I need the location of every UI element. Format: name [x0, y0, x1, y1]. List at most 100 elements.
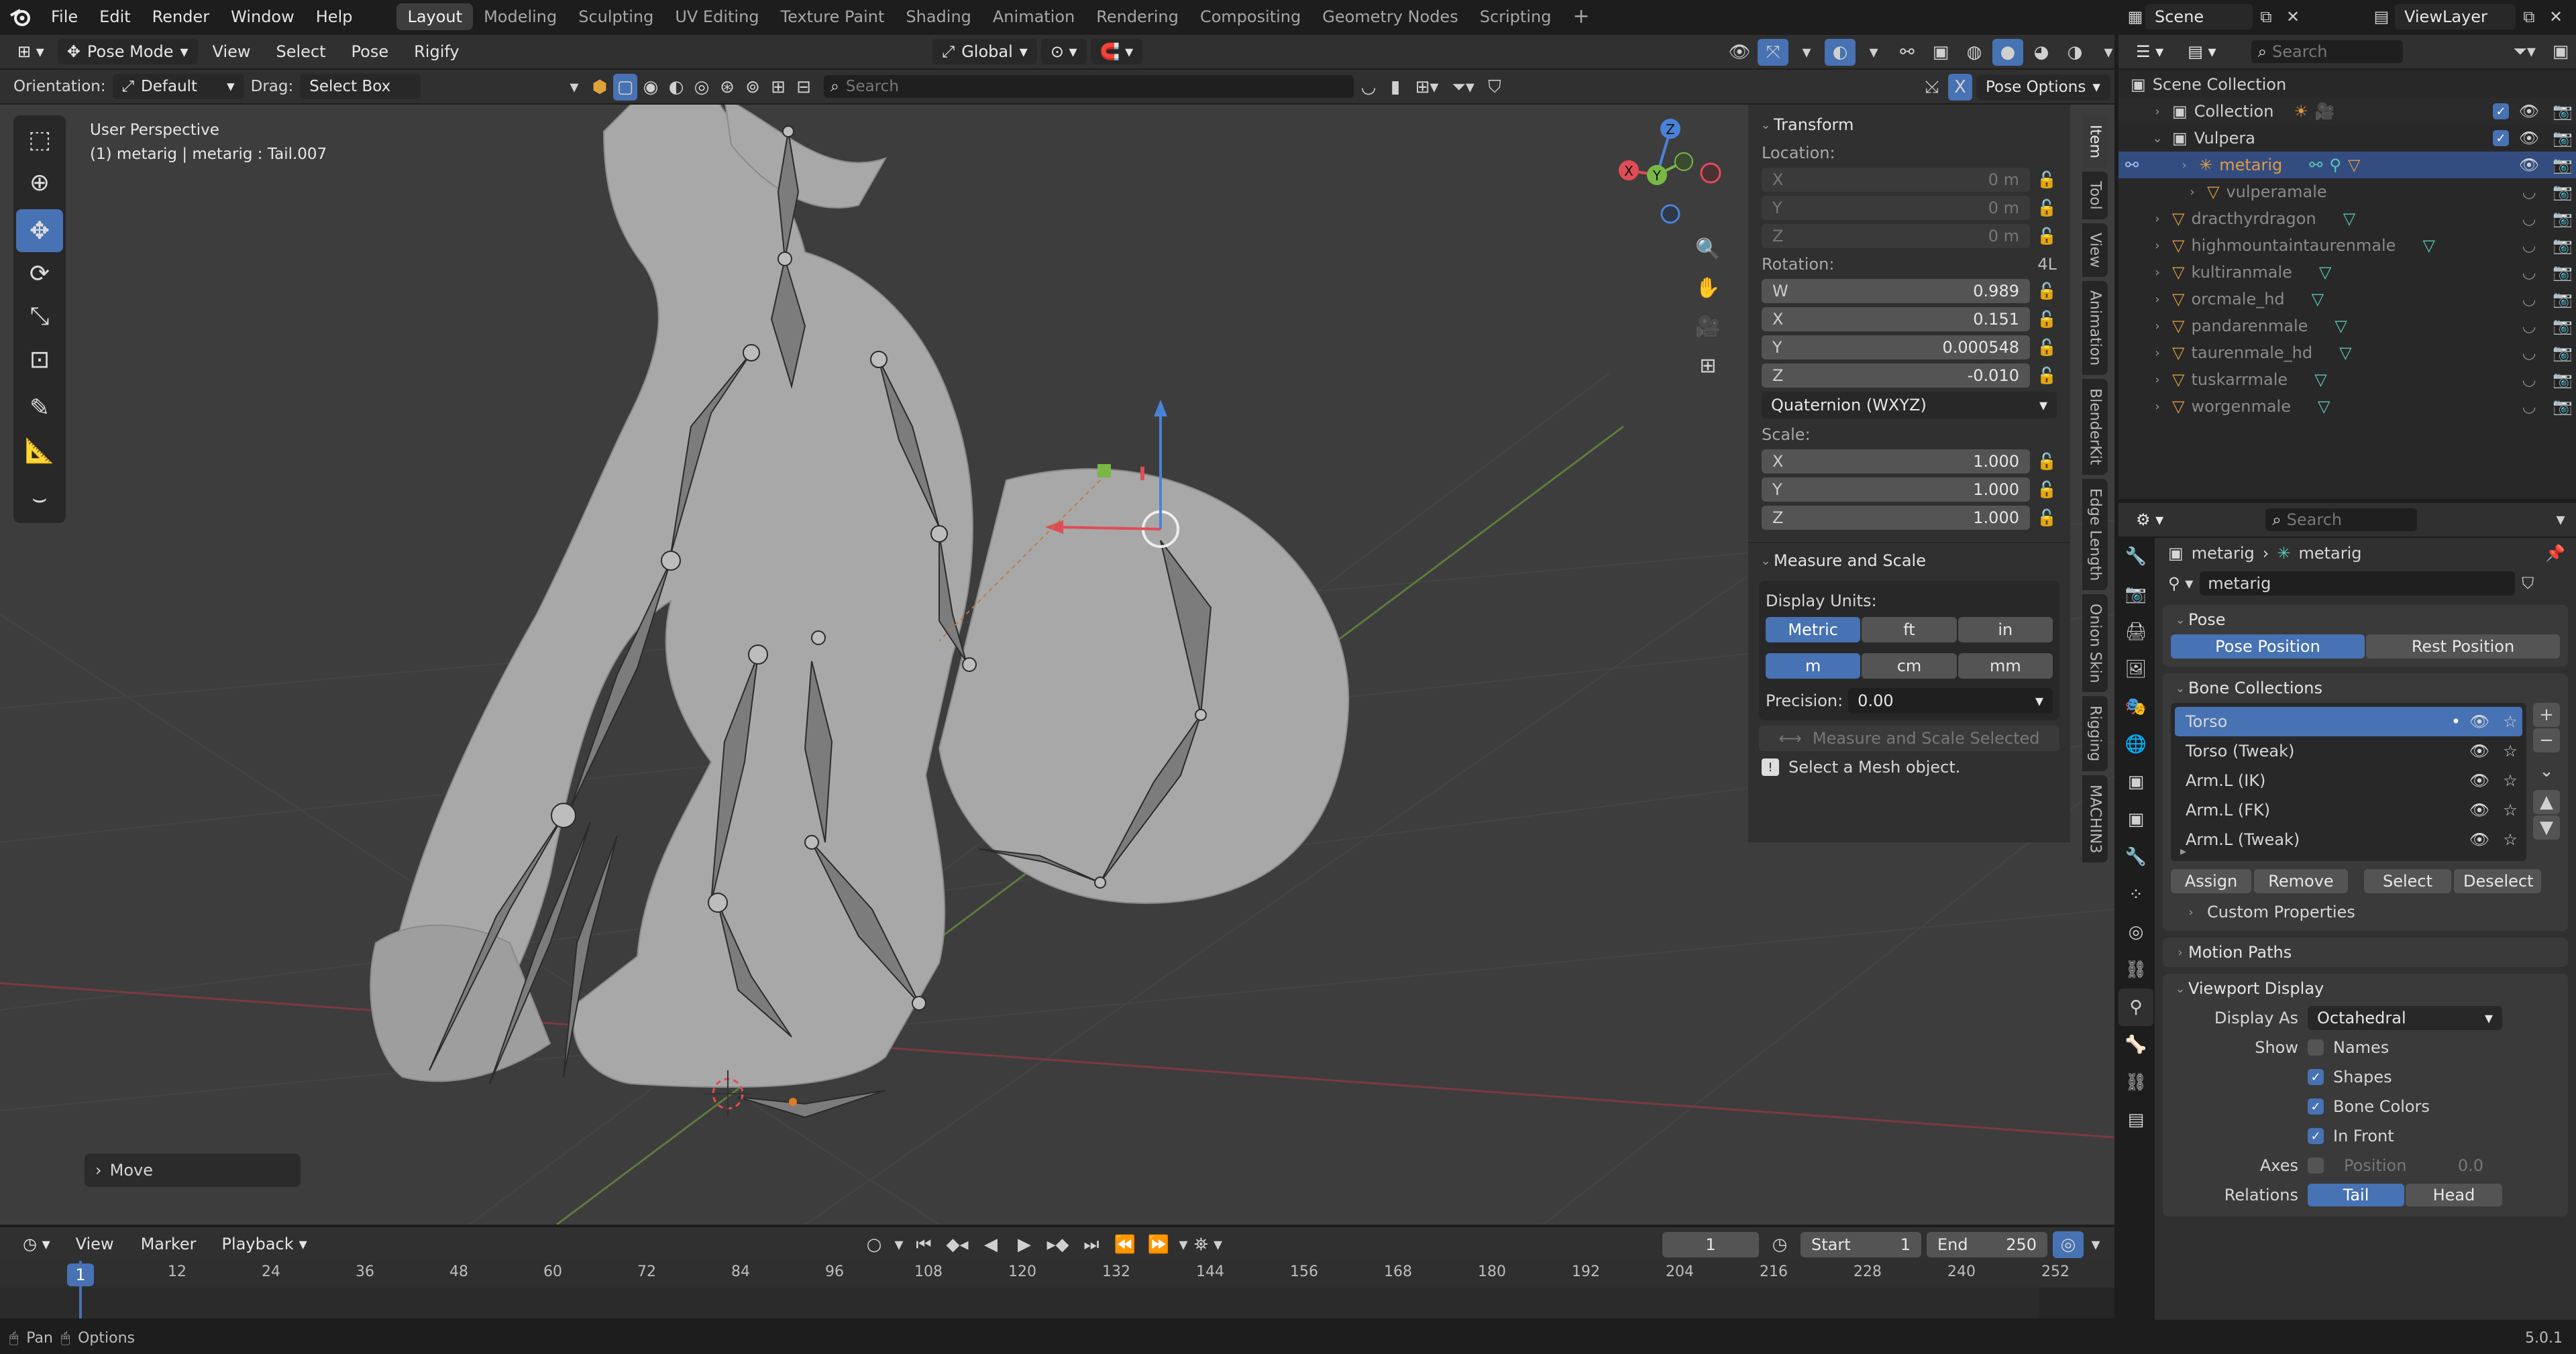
colored-blocks-icon[interactable]: ⬢: [588, 74, 612, 101]
play-reverse-icon[interactable]: ◀: [975, 1231, 1006, 1258]
custom-properties-subpanel[interactable]: › Custom Properties: [2163, 893, 2568, 921]
vulperamale-row[interactable]: › ▽ vulperamale ◡ 📷: [2118, 178, 2576, 205]
chevron-right-icon[interactable]: ›: [2184, 185, 2200, 199]
properties-tab-collection-icon[interactable]: ▣: [2118, 763, 2153, 801]
lock-icon[interactable]: 🔓: [2037, 199, 2057, 217]
outliner-item[interactable]: › ▽ tuskarrmale ▽ ◡ 📷: [2118, 366, 2576, 393]
filter-icon-6[interactable]: ⊞: [766, 74, 790, 101]
display-mode-icon[interactable]: ▤ ▾: [2178, 39, 2225, 64]
render-camera-icon[interactable]: 📷: [2549, 397, 2576, 416]
chevron-down-icon[interactable]: ⌄: [2533, 759, 2560, 783]
zoom-icon[interactable]: 🔍: [1689, 229, 1727, 268]
motion-paths-panel[interactable]: › Motion Paths: [2163, 938, 2568, 967]
chevron-right-icon[interactable]: ›: [2149, 239, 2165, 253]
chevron-right-icon[interactable]: ›: [2149, 346, 2165, 360]
metarig-row[interactable]: ⚯ › ✳ metarig ⚯ ⚲ ▽ 👁 📷: [2118, 152, 2576, 178]
eye-closed-icon[interactable]: ◡: [2516, 290, 2542, 308]
move-tool-icon[interactable]: ✥: [16, 209, 63, 252]
lock-icon[interactable]: 🔓: [2037, 480, 2057, 499]
list-expand-icon[interactable]: ▸: [2180, 844, 2186, 858]
move-up-icon[interactable]: ▲: [2533, 790, 2560, 814]
eye-closed-icon[interactable]: ◡: [2516, 397, 2542, 416]
measure-scale-header[interactable]: ⌄ Measure and Scale: [1748, 546, 2070, 575]
mirror-icon[interactable]: ⤩: [1920, 74, 1944, 101]
chevron-down-icon[interactable]: ▾: [892, 1231, 906, 1258]
properties-tab-bone-icon[interactable]: 🦴: [2118, 1026, 2153, 1064]
location-x-field[interactable]: X 0 m: [1762, 168, 2030, 192]
scene-selector[interactable]: ▦ Scene ⧉ ✕: [2125, 4, 2306, 30]
record-icon[interactable]: ○: [859, 1231, 890, 1258]
move-down-icon[interactable]: ▼: [2533, 815, 2560, 840]
render-camera-icon[interactable]: 📷: [2549, 129, 2576, 148]
fake-user-shield-icon[interactable]: ⛉: [2522, 574, 2534, 593]
chevron-right-icon[interactable]: ›: [2149, 105, 2165, 119]
gizmo-y-plane[interactable]: [1097, 464, 1111, 477]
render-camera-icon[interactable]: 📷: [2549, 343, 2576, 362]
chevron-right-icon[interactable]: ›: [2149, 292, 2165, 306]
annotate-tool-icon[interactable]: ✎: [16, 386, 63, 429]
render-camera-icon[interactable]: 📷: [2549, 317, 2576, 335]
rotation-z-field[interactable]: Z -0.010: [1762, 363, 2030, 388]
outliner-item[interactable]: › ▽ orcmale_hd ▽ ◡ 📷: [2118, 286, 2576, 313]
bone-collections-header[interactable]: ⌄ Bone Collections: [2163, 673, 2568, 703]
relations-tail-button[interactable]: Tail: [2308, 1184, 2404, 1206]
next-keyframe-icon[interactable]: ▸◆: [1042, 1231, 1073, 1258]
outliner-item[interactable]: › ▽ dracthyrdragon ▽ ◡ 📷: [2118, 205, 2576, 232]
filter-icon-4[interactable]: ⊛: [715, 74, 739, 101]
camera-icon[interactable]: 🎥: [1689, 307, 1727, 346]
units-ft-button[interactable]: ft: [1862, 617, 1957, 642]
filter-icon-1[interactable]: ◉: [639, 74, 663, 101]
relations-head-button[interactable]: Head: [2406, 1184, 2502, 1206]
eye-closed-icon[interactable]: ◡: [2516, 209, 2542, 228]
bone-colors-checkbox[interactable]: ✓: [2308, 1098, 2324, 1115]
gizmo-toggle-icon[interactable]: ⤧: [1758, 39, 1788, 66]
eye-closed-icon[interactable]: ◡: [2516, 182, 2542, 201]
rotation-mode-dropdown[interactable]: Quaternion (WXYZ) ▾: [1762, 392, 2057, 418]
delete-scene-icon[interactable]: ✕: [2279, 7, 2306, 26]
outliner-item[interactable]: › ▽ pandarenmale ▽ ◡ 📷: [2118, 313, 2576, 339]
sidebar-tab-view[interactable]: View: [2082, 223, 2108, 278]
tab-rendering[interactable]: Rendering: [1085, 3, 1189, 30]
pin-icon[interactable]: 📌: [2545, 544, 2565, 563]
orientation-dropdown[interactable]: ⤢ Default ▾: [112, 74, 244, 99]
pose-panel-header[interactable]: ⌄ Pose: [2163, 605, 2568, 634]
in-front-checkbox[interactable]: ✓: [2308, 1128, 2324, 1144]
jump-start-icon[interactable]: ⏮: [908, 1231, 939, 1258]
play-icon[interactable]: ▶: [1009, 1231, 1040, 1258]
lock-icon[interactable]: 🔓: [2037, 508, 2057, 527]
chevron-right-icon[interactable]: ›: [2149, 400, 2165, 414]
menu-edit[interactable]: Edit: [89, 0, 141, 34]
navigation-gizmo[interactable]: Z Y X: [1619, 119, 1721, 224]
rotation-w-field[interactable]: W 0.989: [1762, 279, 2030, 303]
pan-hand-icon[interactable]: ✋: [1689, 268, 1727, 307]
eye-icon[interactable]: 👁: [2467, 742, 2491, 760]
filter-icon-2[interactable]: ◐: [664, 74, 688, 101]
new-collection-icon[interactable]: ▣: [2545, 38, 2576, 65]
sidebar-tab-edge-length[interactable]: Edge Length: [2082, 478, 2108, 590]
snap-icon[interactable]: 🧲 ▾: [1090, 39, 1143, 64]
solo-star-icon[interactable]: ☆: [2498, 742, 2522, 760]
tab-geometry-nodes[interactable]: Geometry Nodes: [1311, 3, 1468, 30]
scene-collection-row[interactable]: ▣ Scene Collection: [2118, 71, 2576, 98]
overlay-options-icon[interactable]: ▾: [1858, 39, 1889, 66]
lock-icon[interactable]: 🔓: [2037, 170, 2057, 189]
mode-dropdown[interactable]: ✥ Pose Mode ▾: [57, 39, 198, 64]
transform-orientation-dropdown[interactable]: ⤢ Global ▾: [932, 39, 1037, 64]
sidebar-tab-item[interactable]: Item: [2082, 115, 2108, 168]
tab-modeling[interactable]: Modeling: [473, 3, 568, 30]
eye-icon[interactable]: 👁: [2467, 830, 2491, 849]
units-in-button[interactable]: in: [1957, 617, 2053, 642]
lock-icon[interactable]: 🔓: [2037, 452, 2057, 471]
menu-select[interactable]: Select: [266, 35, 337, 68]
rotation-4l-toggle[interactable]: 4L: [2037, 255, 2057, 274]
bookmark-icon[interactable]: ▮: [1383, 74, 1407, 101]
chevron-down-icon[interactable]: ▾: [1177, 1231, 1190, 1258]
menu-render[interactable]: Render: [142, 0, 220, 34]
render-camera-icon[interactable]: 📷: [2549, 236, 2576, 255]
vulpera-row[interactable]: ⌄ ▣ Vulpera ✓ 👁 📷: [2118, 125, 2576, 152]
outliner-editor-icon[interactable]: ☰ ▾: [2127, 39, 2173, 64]
properties-search-input[interactable]: ⌕ Search: [2265, 508, 2418, 531]
rotation-y-field[interactable]: Y 0.000548: [1762, 335, 2030, 359]
tool-search-input[interactable]: ⌕ Search: [824, 75, 1354, 98]
lock-icon[interactable]: 🔓: [2037, 310, 2057, 329]
